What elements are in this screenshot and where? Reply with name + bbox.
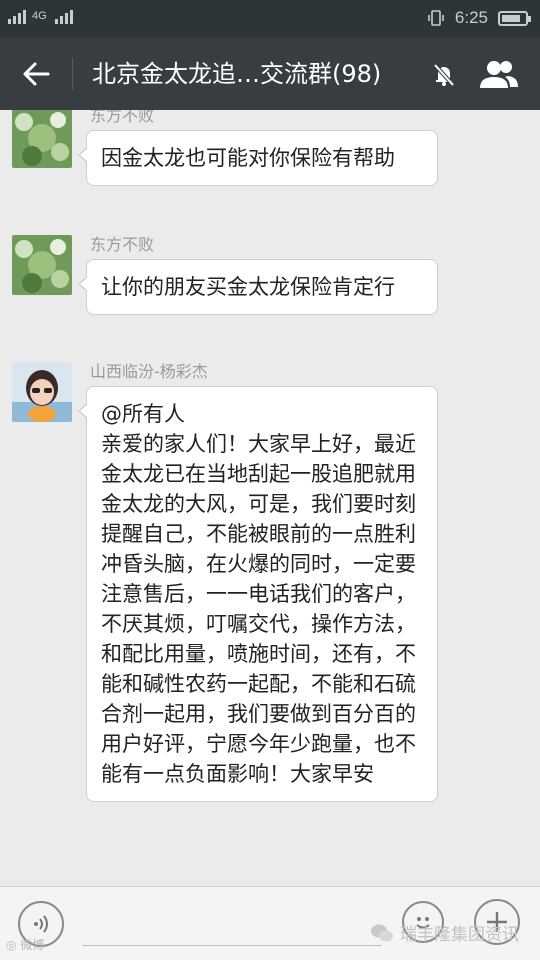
battery-icon: [498, 10, 531, 26]
back-button[interactable]: [14, 52, 58, 96]
watermark-right: 瑞丰隆集团资讯: [370, 920, 519, 945]
sender-name: 东方不败: [90, 110, 155, 125]
avatar-image: [12, 110, 72, 168]
watermark-left-text: 微博: [20, 938, 45, 952]
group-members-icon: [480, 61, 518, 88]
avatar[interactable]: [12, 110, 72, 168]
watermark-left: ◎ 微博: [6, 936, 44, 953]
chat-header: 北京金太龙追…交流群(98): [0, 38, 540, 110]
signal-icon: [8, 8, 26, 24]
message-list[interactable]: 东方不败 因金太龙也可能对你保险有帮助 东方不败 让你的朋友买金太龙保险肯定行: [0, 110, 540, 886]
sender-name: 山西临汾-杨彩杰: [90, 362, 208, 381]
status-right: 6:25: [427, 8, 531, 28]
battery-fill: [502, 14, 520, 22]
message-bubble[interactable]: 让你的朋友买金太龙保险肯定行: [78, 259, 438, 315]
title-divider: [72, 58, 73, 90]
sender-name: 东方不败: [90, 235, 155, 254]
message-bubble[interactable]: 因金太龙也可能对你保险有帮助: [78, 130, 438, 186]
wechat-icon: [371, 924, 393, 941]
clock: 6:25: [454, 8, 488, 27]
message-bubble[interactable]: @所有人 亲爱的家人们！大家早上好，最近金太龙已在当地刮起一股追肥就用金太龙的大…: [78, 386, 438, 802]
vibrate-icon: [428, 10, 444, 26]
mute-button[interactable]: [430, 60, 458, 88]
avatar-image: [12, 362, 72, 422]
network-label: 4G: [32, 9, 47, 22]
avatar-image: [12, 235, 72, 295]
chat-title: 北京金太龙追…交流群(98): [92, 60, 382, 88]
signal-group: 4G: [8, 8, 73, 24]
signal-icon-2: [54, 8, 73, 24]
group-members-button[interactable]: [474, 54, 524, 94]
avatar[interactable]: [12, 235, 72, 295]
bell-off-icon: [433, 63, 455, 87]
arrow-left-icon: [23, 62, 50, 86]
status-bar: 4G 6:25: [0, 0, 540, 38]
weibo-icon: ◎: [6, 938, 17, 952]
message-input[interactable]: [82, 945, 382, 946]
voice-icon: [34, 915, 48, 933]
watermark-right-text: 瑞丰隆集团资讯: [400, 925, 519, 945]
avatar[interactable]: [12, 362, 72, 422]
